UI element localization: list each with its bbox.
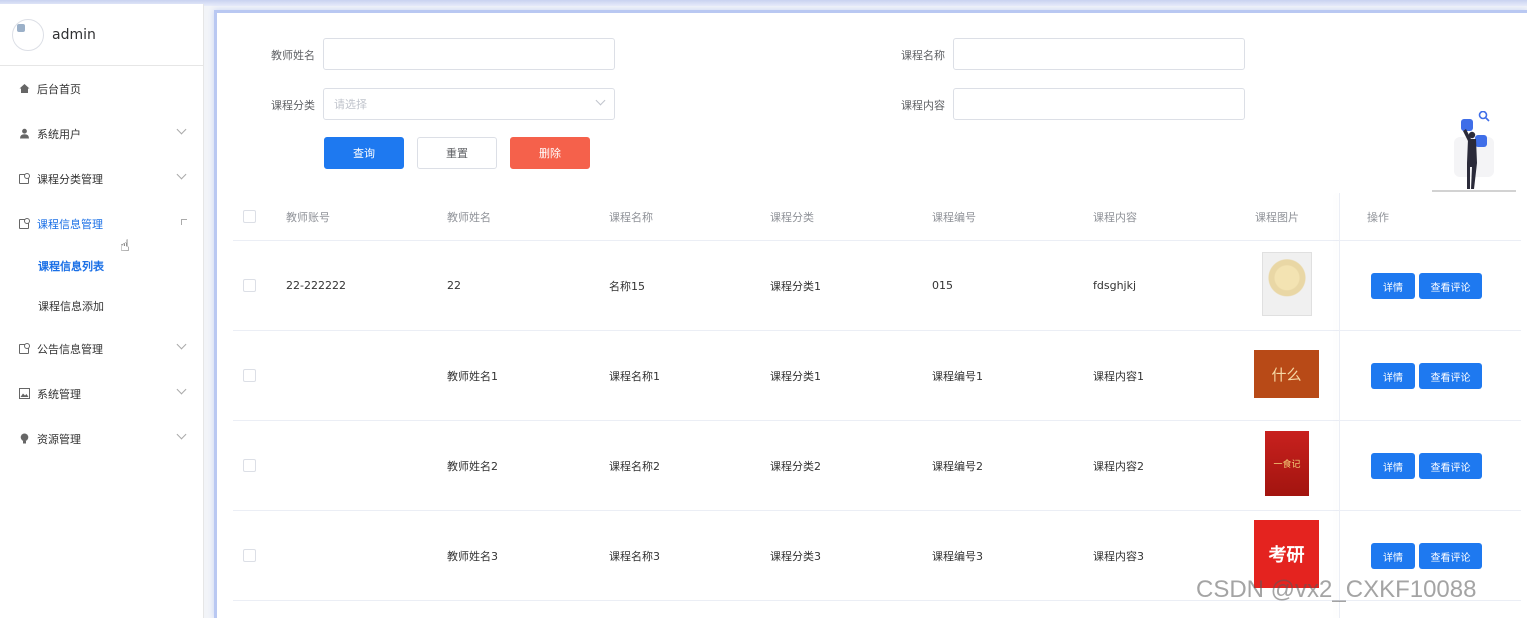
reset-button[interactable]: 重置 — [417, 137, 497, 169]
col-course-image: 课程图片 — [1255, 210, 1299, 224]
course-name-label: 课程名称 — [901, 49, 945, 62]
row-checkbox[interactable] — [243, 459, 256, 472]
col-course-number: 课程编号 — [932, 210, 976, 224]
user-icon — [18, 128, 30, 140]
search-illustration — [1432, 111, 1516, 192]
sidebar-subitem-course-add[interactable]: 课程信息添加 — [0, 286, 203, 326]
avatar[interactable] — [12, 18, 44, 51]
detail-button[interactable]: 详情 — [1371, 363, 1415, 389]
col-teacher-account: 教师账号 — [286, 210, 330, 224]
view-comments-button[interactable]: 查看评论 — [1419, 453, 1482, 479]
col-actions: 操作 — [1367, 210, 1389, 224]
col-course-content: 课程内容 — [1093, 210, 1137, 224]
delete-button[interactable]: 删除 — [510, 137, 590, 169]
category-label: 课程分类 — [271, 99, 315, 112]
chevron-up-icon — [181, 219, 187, 225]
table-header: 教师账号 教师姓名 课程名称 课程分类 课程编号 课程内容 课程图片 操作 — [233, 193, 1521, 241]
course-name-input[interactable] — [953, 38, 1245, 70]
teacher-name-label: 教师姓名 — [271, 49, 315, 62]
sidebar-item-system-manage[interactable]: 系统管理 — [0, 371, 203, 416]
query-button[interactable]: 查询 — [324, 137, 404, 169]
top-accent-bar — [0, 0, 1527, 6]
category-placeholder: 请选择 — [334, 98, 367, 111]
picture-icon — [18, 388, 30, 400]
home-icon — [18, 83, 30, 95]
main-content: 教师姓名 课程名称 课程分类 请选择 课程内容 查询 重置 删除 教师账号 教师… — [214, 10, 1527, 618]
view-comments-button[interactable]: 查看评论 — [1419, 273, 1482, 299]
user-panel: admin — [0, 4, 203, 66]
course-content-label: 课程内容 — [901, 99, 945, 112]
view-comments-button[interactable]: 查看评论 — [1419, 363, 1482, 389]
sidebar-item-course-info[interactable]: 课程信息管理 — [0, 201, 203, 246]
sidebar-subitem-course-list[interactable]: 课程信息列表 — [0, 246, 203, 286]
chevron-down-icon — [176, 384, 187, 395]
course-image — [1262, 252, 1312, 316]
view-comments-button[interactable]: 查看评论 — [1419, 543, 1482, 569]
folder-icon — [18, 172, 30, 185]
sidebar-item-announcement[interactable]: 公告信息管理 — [0, 326, 203, 371]
teacher-name-input[interactable] — [323, 38, 615, 70]
col-course-category: 课程分类 — [770, 210, 814, 224]
chevron-down-icon — [176, 169, 187, 180]
chevron-down-icon — [176, 339, 187, 350]
course-image: 一食记 — [1265, 431, 1309, 496]
chevron-down-icon — [176, 124, 187, 135]
username: admin — [52, 26, 96, 43]
course-image: 什么 — [1254, 350, 1319, 398]
hand-cursor-icon: ☝ — [120, 236, 130, 255]
sidebar-menu: 后台首页 系统用户 课程分类管理 课程信息管理 课程信息列表 课程信息添加 公告… — [0, 66, 203, 461]
row-checkbox[interactable] — [243, 549, 256, 562]
watermark: CSDN @vx2_CXKF10088 — [1196, 576, 1477, 603]
detail-button[interactable]: 详情 — [1371, 273, 1415, 299]
sidebar: admin 后台首页 系统用户 课程分类管理 课程信息管理 课程信息列表 课程信… — [0, 4, 204, 618]
table-row: 22-222222 22 名称15 课程分类1 015 fdsghjkj 详情 … — [233, 241, 1521, 331]
folder-icon — [18, 342, 30, 355]
col-teacher-name: 教师姓名 — [447, 210, 491, 224]
sidebar-item-home[interactable]: 后台首页 — [0, 66, 203, 111]
sidebar-item-system-users[interactable]: 系统用户 — [0, 111, 203, 156]
table-row: 教师姓名2 课程名称2 课程分类2 课程编号2 课程内容2 一食记 详情 查看评… — [233, 421, 1521, 511]
folder-icon — [18, 217, 30, 230]
select-all-checkbox[interactable] — [243, 210, 256, 223]
fixed-column-divider — [1339, 193, 1340, 618]
row-checkbox[interactable] — [243, 369, 256, 382]
chevron-down-icon — [176, 429, 187, 440]
course-content-input[interactable] — [953, 88, 1245, 120]
detail-button[interactable]: 详情 — [1371, 453, 1415, 479]
detail-button[interactable]: 详情 — [1371, 543, 1415, 569]
course-table: 教师账号 教师姓名 课程名称 课程分类 课程编号 课程内容 课程图片 操作 22… — [233, 193, 1521, 601]
bulb-icon — [18, 433, 30, 445]
category-select[interactable]: 请选择 — [323, 88, 615, 120]
sidebar-item-resources[interactable]: 资源管理 — [0, 416, 203, 461]
col-course-name: 课程名称 — [609, 210, 653, 224]
table-row: 教师姓名1 课程名称1 课程分类1 课程编号1 课程内容1 什么 详情 查看评论 — [233, 331, 1521, 421]
sidebar-item-course-category[interactable]: 课程分类管理 — [0, 156, 203, 201]
row-checkbox[interactable] — [243, 279, 256, 292]
